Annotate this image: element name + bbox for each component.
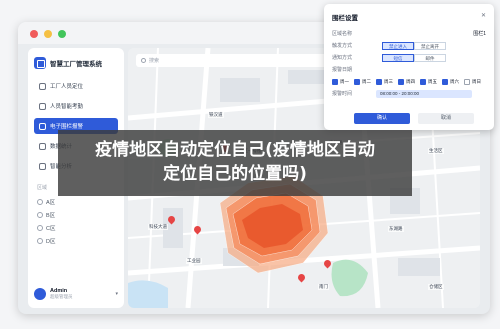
weekday-label: 周二	[362, 78, 371, 84]
map-label: 生活区	[428, 148, 444, 154]
trigger-mode-toggle: 禁止进入 禁止离开	[382, 41, 446, 50]
field-label: 报警时间	[332, 91, 353, 97]
close-window-button[interactable]	[30, 30, 38, 38]
map-search-input[interactable]: 搜索	[136, 54, 336, 67]
weekday-list: 周一 周二 周三 周四 周五 周六 周日	[332, 78, 486, 85]
sidebar-item-label: 人员智能考勤	[50, 104, 84, 110]
minimize-window-button[interactable]	[44, 30, 52, 38]
field-label: 触发方式	[332, 43, 353, 49]
area-option-b[interactable]: B区	[34, 208, 118, 221]
weekday-label: 周五	[428, 78, 437, 84]
radio-icon	[37, 198, 43, 205]
notify-option-email[interactable]: 邮件	[414, 53, 446, 62]
search-icon	[141, 58, 146, 63]
weekday-tue[interactable]: 周二	[354, 78, 371, 85]
map-label: 东湖路	[388, 226, 404, 232]
weekday-sun[interactable]: 周日	[464, 78, 481, 85]
close-icon[interactable]: ✕	[481, 12, 486, 19]
trigger-option-enter[interactable]: 禁止进入	[382, 41, 414, 50]
app-name: 智慧工厂管理系统	[50, 61, 102, 68]
confirm-button[interactable]: 确认	[354, 113, 410, 124]
checkbox-icon	[442, 78, 448, 85]
trigger-option-leave[interactable]: 禁止离开	[414, 41, 446, 50]
area-option-d[interactable]: D区	[34, 234, 118, 247]
area-label: D区	[46, 238, 56, 245]
user-role: 超级管理员	[50, 294, 73, 299]
sidebar-item-label: 工厂人员定位	[50, 84, 84, 90]
factory-logo-icon	[34, 57, 46, 69]
sidebar-item-attendance[interactable]: 人员智能考勤	[34, 98, 118, 114]
checkbox-icon	[332, 78, 338, 85]
chart-icon	[39, 142, 46, 150]
weekday-label: 周三	[384, 78, 393, 84]
radio-icon	[37, 237, 43, 244]
map-label: 仓储区	[428, 284, 444, 290]
person-icon	[39, 82, 46, 90]
user-profile[interactable]: Admin 超级管理员 ▾	[34, 286, 118, 302]
field-label: 区域名称	[332, 31, 353, 37]
clock-icon	[39, 102, 46, 110]
panel-title: 围栏设置	[332, 15, 358, 22]
cancel-button[interactable]: 取消	[418, 113, 474, 124]
notify-mode-toggle: 短信 邮件	[382, 53, 446, 62]
radio-icon	[37, 224, 43, 231]
maximize-window-button[interactable]	[58, 30, 66, 38]
overlay-caption: 疫情地区自动定位自己(疫情地区自动 定位自己的位置吗)	[58, 130, 412, 196]
caption-line-2: 定位自己的位置吗)	[163, 164, 307, 184]
sidebar-item-label: 电子围栏报警	[50, 124, 84, 130]
alarm-time-range-input[interactable]: 08:00:00 - 20:00:00	[376, 89, 472, 98]
checkbox-icon	[464, 78, 470, 85]
area-name-value[interactable]: 围栏1	[473, 30, 486, 37]
area-label: A区	[46, 199, 56, 206]
fence-icon	[39, 122, 46, 130]
field-notify-mode: 通知方式 短信 邮件	[332, 52, 486, 63]
weekday-label: 周一	[340, 78, 349, 84]
checkbox-icon	[398, 78, 404, 85]
radio-icon	[37, 211, 43, 218]
weekday-label: 周六	[450, 78, 459, 84]
weekday-mon[interactable]: 周一	[332, 78, 349, 85]
weekday-label: 周四	[406, 78, 415, 84]
map-label: 工业园	[186, 258, 202, 264]
weekday-thu[interactable]: 周四	[398, 78, 415, 85]
chevron-down-icon[interactable]: ▾	[115, 291, 118, 297]
notify-option-sms[interactable]: 短信	[382, 53, 414, 62]
map-label: 铁汉道	[208, 112, 224, 118]
analysis-icon	[39, 162, 46, 170]
caption-line-1: 疫情地区自动定位自己(疫情地区自动	[95, 140, 375, 160]
area-label: B区	[46, 212, 56, 219]
field-alarm-date: 报警日期	[332, 64, 486, 75]
weekday-wed[interactable]: 周三	[376, 78, 393, 85]
checkbox-icon	[420, 78, 426, 85]
field-area-name: 区域名称 围栏1	[332, 28, 486, 39]
weekday-sat[interactable]: 周六	[442, 78, 459, 85]
user-info: Admin 超级管理员	[50, 288, 73, 300]
field-alarm-time: 报警时间 08:00:00 - 20:00:00	[332, 88, 486, 99]
avatar	[34, 288, 46, 300]
checkbox-icon	[376, 78, 382, 85]
fence-settings-panel: 围栏设置 ✕ 区域名称 围栏1 触发方式 禁止进入 禁止离开 通知方式 短信 邮…	[324, 4, 494, 130]
checkbox-icon	[354, 78, 360, 85]
field-trigger-mode: 触发方式 禁止进入 禁止离开	[332, 40, 486, 51]
field-label: 报警日期	[332, 67, 353, 73]
brand: 智慧工厂管理系统	[34, 54, 118, 72]
map-label: 科技大道	[148, 224, 168, 230]
area-label: C区	[46, 225, 56, 232]
weekday-label: 周日	[472, 78, 481, 84]
search-placeholder: 搜索	[149, 58, 160, 64]
field-label: 通知方式	[332, 55, 353, 61]
area-option-c[interactable]: C区	[34, 221, 118, 234]
panel-actions: 确认 取消	[354, 113, 474, 124]
weekday-checkboxes: 周一 周二 周三 周四 周五 周六 周日	[332, 76, 486, 87]
sidebar-item-personnel-location[interactable]: 工厂人员定位	[34, 78, 118, 94]
weekday-fri[interactable]: 周五	[420, 78, 437, 85]
area-option-a[interactable]: A区	[34, 195, 118, 208]
map-label: 南门	[318, 284, 329, 290]
screenshot-stage: 智慧工厂管理系统 工厂人员定位 人员智能考勤 电子围栏报警 数据统计 智能分析	[0, 0, 500, 329]
